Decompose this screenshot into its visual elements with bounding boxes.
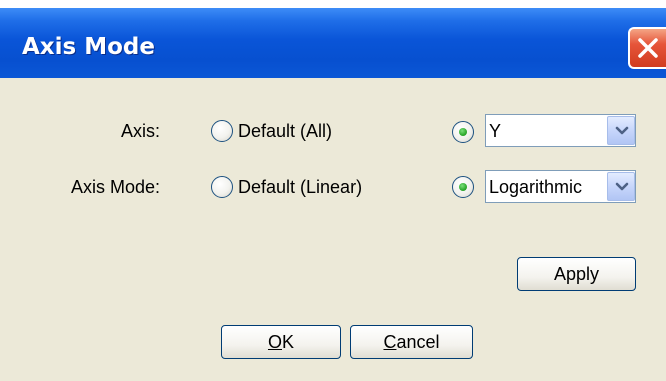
radio-selected-dot — [459, 183, 467, 191]
window-title: Axis Mode — [22, 34, 155, 60]
ok-mnemonic: O — [267, 332, 282, 352]
axis-mode-select[interactable]: Logarithmic — [485, 170, 636, 203]
axis-mode-dialog: Axis Mode Axis: Default (All) Y Axis Mod… — [0, 0, 666, 381]
ok-label-rest: K — [282, 332, 295, 352]
axis-custom-radio[interactable] — [452, 121, 474, 143]
close-button[interactable] — [628, 27, 666, 69]
cancel-mnemonic: C — [383, 332, 397, 352]
axis-mode-label: Axis Mode: — [70, 177, 160, 197]
cancel-button[interactable]: Cancel — [350, 325, 473, 359]
axis-default-radio[interactable] — [211, 120, 233, 142]
axis-mode-custom-radio[interactable] — [452, 176, 474, 198]
axis-label: Axis: — [120, 121, 160, 141]
axis-mode-select-value: Logarithmic — [489, 177, 583, 197]
apply-button[interactable]: Apply — [517, 257, 636, 291]
axis-select-dropdown-button[interactable] — [607, 116, 635, 145]
axis-default-label[interactable]: Default (All) — [238, 120, 332, 142]
axis-mode-default-label[interactable]: Default (Linear) — [238, 176, 362, 198]
axis-mode-select-dropdown-button[interactable] — [607, 172, 635, 201]
axis-select-value: Y — [489, 121, 502, 141]
axis-mode-default-radio[interactable] — [211, 176, 233, 198]
cancel-label-rest: ancel — [396, 332, 440, 352]
axis-select[interactable]: Y — [485, 114, 636, 147]
title-bar[interactable]: Axis Mode — [0, 8, 666, 78]
radio-selected-dot — [459, 128, 467, 136]
ok-button[interactable]: OK — [221, 325, 341, 359]
